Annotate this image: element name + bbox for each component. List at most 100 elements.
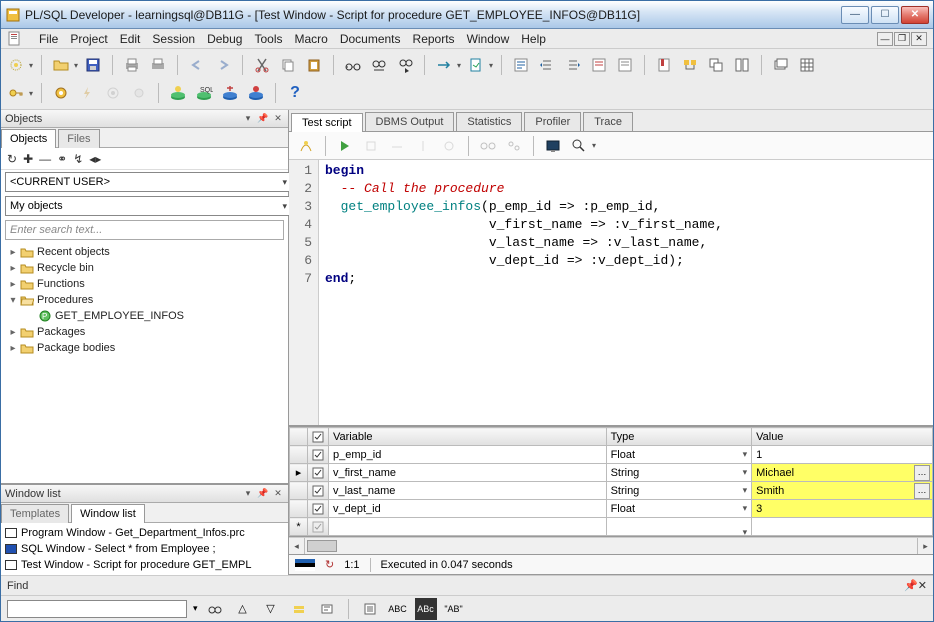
menu-macro[interactable]: Macro xyxy=(294,32,327,46)
print-button[interactable] xyxy=(121,54,143,76)
uncomment-icon[interactable] xyxy=(614,54,636,76)
panel-dropdown-icon[interactable]: ▾ xyxy=(242,488,254,500)
var-type-cell[interactable]: String xyxy=(606,464,752,482)
panel-pin-icon[interactable]: 📌 xyxy=(257,488,269,500)
redo-button[interactable] xyxy=(212,54,234,76)
replace-all-icon[interactable] xyxy=(316,598,338,620)
rollback-icon[interactable]: SQL xyxy=(193,82,215,104)
tab-test-script[interactable]: Test script xyxy=(291,113,363,132)
variable-row-new[interactable]: * xyxy=(290,518,933,536)
bookmark-icon[interactable] xyxy=(653,54,675,76)
lightning-icon[interactable] xyxy=(76,82,98,104)
tree-expander[interactable]: ▸ xyxy=(7,263,19,274)
reset-icon[interactable]: ↻ xyxy=(325,558,334,571)
var-name-cell[interactable]: v_dept_id xyxy=(329,500,607,518)
var-type-cell[interactable]: Float xyxy=(606,500,752,518)
find-dropdown-icon[interactable]: ▾ xyxy=(193,603,198,614)
scroll-right-icon[interactable]: ▸ xyxy=(917,538,933,554)
panel-close-icon[interactable]: ✕ xyxy=(918,579,927,592)
variable-row[interactable]: p_emp_idFloat1 xyxy=(290,446,933,464)
sort-icon[interactable]: ↯ xyxy=(73,152,83,166)
print-setup-button[interactable] xyxy=(147,54,169,76)
tab-trace[interactable]: Trace xyxy=(583,112,633,131)
objects-search-input[interactable]: Enter search text... xyxy=(5,220,284,240)
menu-tools[interactable]: Tools xyxy=(254,32,282,46)
step-over-icon[interactable] xyxy=(386,135,408,157)
row-checkbox[interactable] xyxy=(308,464,329,482)
find-icon[interactable] xyxy=(342,54,364,76)
tree-item[interactable]: ▸Packages xyxy=(5,324,284,340)
save-button[interactable] xyxy=(82,54,104,76)
indent-left-icon[interactable] xyxy=(562,54,584,76)
var-value-cell[interactable]: Smith xyxy=(752,482,933,500)
watch-icon[interactable] xyxy=(503,135,525,157)
scroll-left-icon[interactable]: ◂ xyxy=(289,538,305,554)
comment-icon[interactable] xyxy=(588,54,610,76)
row-checkbox[interactable] xyxy=(308,482,329,500)
gear-icon[interactable] xyxy=(50,82,72,104)
var-type-cell[interactable]: Float xyxy=(606,446,752,464)
tree-expander[interactable]: ▸ xyxy=(7,247,19,258)
case-abci-icon[interactable]: ABc xyxy=(415,598,437,620)
mdi-restore-button[interactable]: ❐ xyxy=(894,32,910,46)
tree-expander[interactable]: ▸ xyxy=(7,343,19,354)
tree-item[interactable]: PGET_EMPLOYEE_INFOS xyxy=(5,308,284,324)
add-icon[interactable]: ✚ xyxy=(23,152,33,166)
menu-window[interactable]: Window xyxy=(467,32,510,46)
whole-word-icon[interactable]: "AB" xyxy=(443,598,465,620)
tab-dbms-output[interactable]: DBMS Output xyxy=(365,112,455,131)
panel-dropdown-icon[interactable]: ▾ xyxy=(242,113,254,125)
commit-icon[interactable] xyxy=(167,82,189,104)
var-value-cell[interactable]: 3 xyxy=(752,500,933,518)
options-icon[interactable] xyxy=(359,598,381,620)
kill-session-icon[interactable] xyxy=(245,82,267,104)
run-to-cursor-icon[interactable] xyxy=(438,135,460,157)
refresh-icon[interactable]: ↻ xyxy=(7,152,17,166)
copy-button[interactable] xyxy=(277,54,299,76)
tree-item[interactable]: ▸Recent objects xyxy=(5,244,284,260)
target-icon[interactable] xyxy=(102,82,124,104)
execute-doc-icon[interactable] xyxy=(465,54,487,76)
tab-profiler[interactable]: Profiler xyxy=(524,112,581,131)
menu-session[interactable]: Session xyxy=(152,32,195,46)
window-list-item[interactable]: Program Window - Get_Department_Infos.pr… xyxy=(5,525,284,541)
step-out-icon[interactable] xyxy=(412,135,434,157)
tree-item[interactable]: ▸Recycle bin xyxy=(5,260,284,276)
col-type[interactable]: Type xyxy=(606,428,752,446)
menu-reports[interactable]: Reports xyxy=(413,32,455,46)
windows-icon[interactable] xyxy=(770,54,792,76)
expand-icon[interactable]: ◂▸ xyxy=(89,152,101,166)
find-next-icon[interactable]: ▽ xyxy=(260,598,282,620)
tab-statistics[interactable]: Statistics xyxy=(456,112,522,131)
menu-project[interactable]: Project xyxy=(70,32,107,46)
var-value-cell[interactable]: 1 xyxy=(752,446,933,464)
break-exec-icon[interactable] xyxy=(219,82,241,104)
current-user-combo[interactable]: <CURRENT USER> ▾ xyxy=(5,172,292,192)
highlight-all-icon[interactable] xyxy=(288,598,310,620)
cut-button[interactable] xyxy=(251,54,273,76)
remove-icon[interactable]: — xyxy=(39,152,51,166)
case-abc-icon[interactable]: ABC xyxy=(387,598,409,620)
tree-expander[interactable]: ▸ xyxy=(7,327,19,338)
my-objects-combo[interactable]: My objects ▾ xyxy=(5,196,292,216)
menu-edit[interactable]: Edit xyxy=(120,32,141,46)
find-binoculars-icon[interactable] xyxy=(204,598,226,620)
row-checkbox[interactable] xyxy=(308,500,329,518)
code-editor[interactable]: begin -- Call the procedure get_employee… xyxy=(319,160,933,425)
checkbox-header[interactable] xyxy=(308,428,329,446)
explain-plan-icon[interactable] xyxy=(510,54,532,76)
maximize-button[interactable]: ☐ xyxy=(871,6,899,24)
tab-objects[interactable]: Objects xyxy=(1,129,56,148)
new-button[interactable] xyxy=(5,54,27,76)
help-icon[interactable]: ? xyxy=(284,82,306,104)
tree-expander[interactable]: ▸ xyxy=(7,279,19,290)
breakpoint-icon[interactable] xyxy=(128,82,150,104)
glasses-icon[interactable] xyxy=(477,135,499,157)
variable-row[interactable]: v_dept_idFloat3 xyxy=(290,500,933,518)
find-prev-icon[interactable]: △ xyxy=(232,598,254,620)
key-icon[interactable] xyxy=(5,82,27,104)
panel-pin-icon[interactable]: 📌 xyxy=(257,113,269,125)
beautify-icon[interactable] xyxy=(295,135,317,157)
panel-close-icon[interactable]: ✕ xyxy=(272,113,284,125)
step-into-icon[interactable] xyxy=(360,135,382,157)
